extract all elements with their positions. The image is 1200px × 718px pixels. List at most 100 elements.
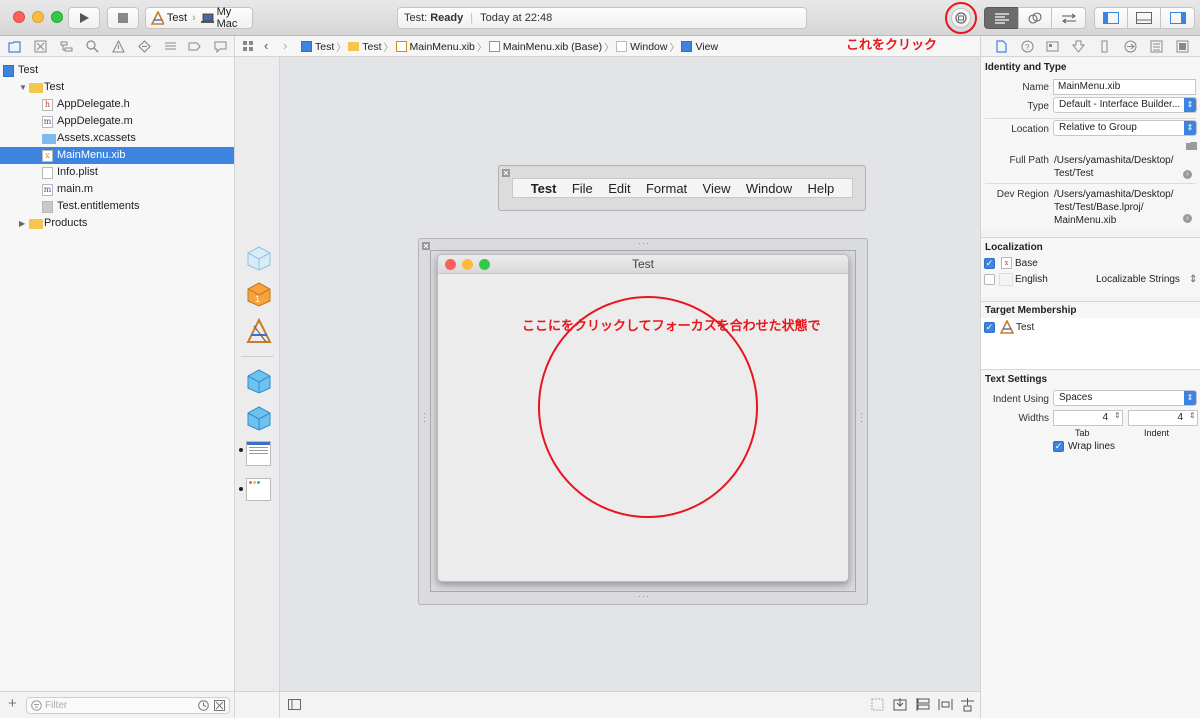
english-checkbox[interactable] bbox=[984, 274, 995, 285]
navigator-item-test[interactable]: ▼Test bbox=[0, 79, 234, 96]
assistant-editor-button[interactable] bbox=[1018, 7, 1052, 29]
location-popup[interactable]: Relative to Group ⇕ bbox=[1053, 120, 1197, 136]
disclosure-open-icon[interactable]: ▼ bbox=[19, 79, 27, 96]
back-icon[interactable]: ‹ bbox=[264, 38, 268, 53]
files-owner-icon[interactable] bbox=[246, 245, 272, 271]
reveal-dev-region-icon[interactable]: › bbox=[1183, 214, 1192, 223]
embed-in-icon[interactable] bbox=[893, 697, 908, 712]
wrap-lines-checkbox[interactable]: ✓ bbox=[1053, 441, 1064, 452]
version-editor-button[interactable] bbox=[1051, 7, 1086, 29]
toggle-debug-area-button[interactable] bbox=[1127, 7, 1161, 29]
breadcrumb-item[interactable]: MainMenu.xib (Base) bbox=[503, 41, 602, 53]
breadcrumb-item[interactable]: MainMenu.xib bbox=[410, 41, 475, 53]
menu-help[interactable]: Help bbox=[808, 181, 835, 196]
loc-english-type[interactable]: Localizable Strings bbox=[1096, 273, 1180, 286]
resize-handle-right[interactable]: · · · bbox=[860, 409, 863, 426]
stepper-icon[interactable]: ⇕ bbox=[1189, 411, 1196, 420]
target-checkbox[interactable]: ✓ bbox=[984, 322, 995, 333]
project-navigator-icon[interactable] bbox=[8, 40, 21, 53]
window-thumbnail[interactable] bbox=[246, 478, 271, 501]
first-responder-icon[interactable]: 1 bbox=[246, 281, 272, 307]
indent-using-popup[interactable]: Spaces ⇕ bbox=[1053, 390, 1197, 406]
test-navigator-icon[interactable] bbox=[138, 40, 151, 53]
navigator-item-main-m[interactable]: m main.m bbox=[0, 181, 234, 198]
toggle-inspector-button[interactable] bbox=[1160, 7, 1195, 29]
app-delegate-icon[interactable] bbox=[246, 368, 272, 394]
stop-button[interactable] bbox=[107, 7, 139, 29]
navigator-item-products[interactable]: ▶ Products bbox=[0, 215, 234, 232]
scheme-selector[interactable]: Test › My Mac bbox=[145, 6, 253, 30]
resize-handle-left[interactable]: · · · bbox=[423, 409, 426, 426]
menu-edit[interactable]: Edit bbox=[608, 181, 630, 196]
issue-navigator-icon[interactable] bbox=[112, 40, 125, 53]
recent-files-icon[interactable] bbox=[198, 700, 209, 711]
close-object-icon[interactable] bbox=[422, 242, 430, 250]
navigator-item-test[interactable]: ▼Test bbox=[0, 62, 234, 79]
font-manager-icon[interactable] bbox=[246, 405, 272, 431]
source-control-filter-icon[interactable] bbox=[214, 700, 225, 711]
update-frames-icon[interactable] bbox=[870, 697, 885, 712]
choose-folder-icon[interactable] bbox=[1186, 141, 1197, 150]
menu-view[interactable]: View bbox=[703, 181, 731, 196]
zoom-window-button[interactable] bbox=[51, 11, 63, 23]
resize-handle-bottom[interactable]: ··· bbox=[638, 591, 650, 601]
reveal-in-finder-icon[interactable]: › bbox=[1183, 170, 1192, 179]
minimize-window-button[interactable] bbox=[32, 11, 44, 23]
base-checkbox[interactable]: ✓ bbox=[984, 258, 995, 269]
connections-inspector-icon[interactable] bbox=[1124, 40, 1137, 53]
main-menu-bar[interactable]: Test File Edit Format View Window Help bbox=[512, 178, 853, 198]
breadcrumb-item[interactable]: Test bbox=[362, 41, 381, 53]
type-popup[interactable]: Default - Interface Builder... ⇕ bbox=[1053, 97, 1197, 113]
resize-handle-top[interactable]: ··· bbox=[638, 238, 650, 248]
main-menu-thumbnail[interactable] bbox=[246, 441, 271, 466]
show-outline-icon[interactable] bbox=[288, 699, 301, 710]
window-minimize-button[interactable] bbox=[462, 259, 473, 270]
breakpoint-navigator-icon[interactable] bbox=[188, 40, 201, 53]
menu-format[interactable]: Format bbox=[646, 181, 687, 196]
window-zoom-button[interactable] bbox=[479, 259, 490, 270]
navigator-item-info-plist[interactable]: Info.plist bbox=[0, 164, 234, 181]
breadcrumb-item[interactable]: View bbox=[695, 41, 718, 53]
breadcrumb-item[interactable]: Window bbox=[630, 41, 667, 53]
filter-field[interactable]: Filter bbox=[26, 697, 230, 714]
forward-icon[interactable]: › bbox=[283, 38, 287, 53]
close-window-button[interactable] bbox=[13, 11, 25, 23]
window-close-button[interactable] bbox=[445, 259, 456, 270]
navigator-item-appdelegate-m[interactable]: m AppDelegate.m bbox=[0, 113, 234, 130]
indent-width-field[interactable]: 4 bbox=[1128, 410, 1198, 426]
name-field[interactable]: MainMenu.xib bbox=[1053, 79, 1196, 95]
symbol-navigator-icon[interactable] bbox=[60, 40, 73, 53]
related-items-icon[interactable] bbox=[242, 40, 255, 53]
toggle-navigator-button[interactable] bbox=[1094, 7, 1128, 29]
align-icon[interactable] bbox=[938, 697, 953, 712]
menu-window[interactable]: Window bbox=[746, 181, 792, 196]
run-button[interactable] bbox=[68, 7, 100, 29]
navigator-item-assets-xcassets[interactable]: Assets.xcassets bbox=[0, 130, 234, 147]
navigator-item-mainmenu-xib[interactable]: x MainMenu.xib bbox=[0, 147, 234, 164]
pin-icon[interactable] bbox=[960, 697, 975, 712]
find-navigator-icon[interactable] bbox=[86, 40, 99, 53]
application-icon[interactable] bbox=[246, 318, 272, 344]
add-icon[interactable]: + bbox=[8, 695, 17, 712]
source-control-icon[interactable] bbox=[34, 40, 47, 53]
navigator-item-appdelegate-h[interactable]: h AppDelegate.h bbox=[0, 96, 234, 113]
identity-inspector-icon[interactable] bbox=[1046, 40, 1059, 53]
menu-file[interactable]: File bbox=[572, 181, 593, 196]
bindings-inspector-icon[interactable] bbox=[1150, 40, 1163, 53]
size-inspector-icon[interactable] bbox=[1098, 40, 1111, 53]
close-object-icon[interactable] bbox=[502, 169, 510, 177]
report-navigator-icon[interactable] bbox=[214, 40, 227, 53]
attributes-inspector-icon[interactable] bbox=[1072, 40, 1085, 53]
stepper-icon[interactable]: ⇕ bbox=[1114, 411, 1121, 420]
breadcrumb-item[interactable]: Test bbox=[315, 41, 334, 53]
debug-navigator-icon[interactable] bbox=[164, 40, 177, 53]
menu-test[interactable]: Test bbox=[531, 181, 557, 196]
tab-width-field[interactable]: 4 bbox=[1053, 410, 1123, 426]
navigator-item-test-entitlements[interactable]: Test.entitlements bbox=[0, 198, 234, 215]
disclosure-closed-icon[interactable]: ▶ bbox=[19, 215, 25, 232]
quick-help-icon[interactable]: ? bbox=[1021, 40, 1034, 53]
file-inspector-icon[interactable] bbox=[995, 40, 1008, 53]
stack-icon[interactable] bbox=[916, 697, 931, 712]
view-effects-inspector-icon[interactable] bbox=[1176, 40, 1189, 53]
standard-editor-button[interactable] bbox=[984, 7, 1019, 29]
